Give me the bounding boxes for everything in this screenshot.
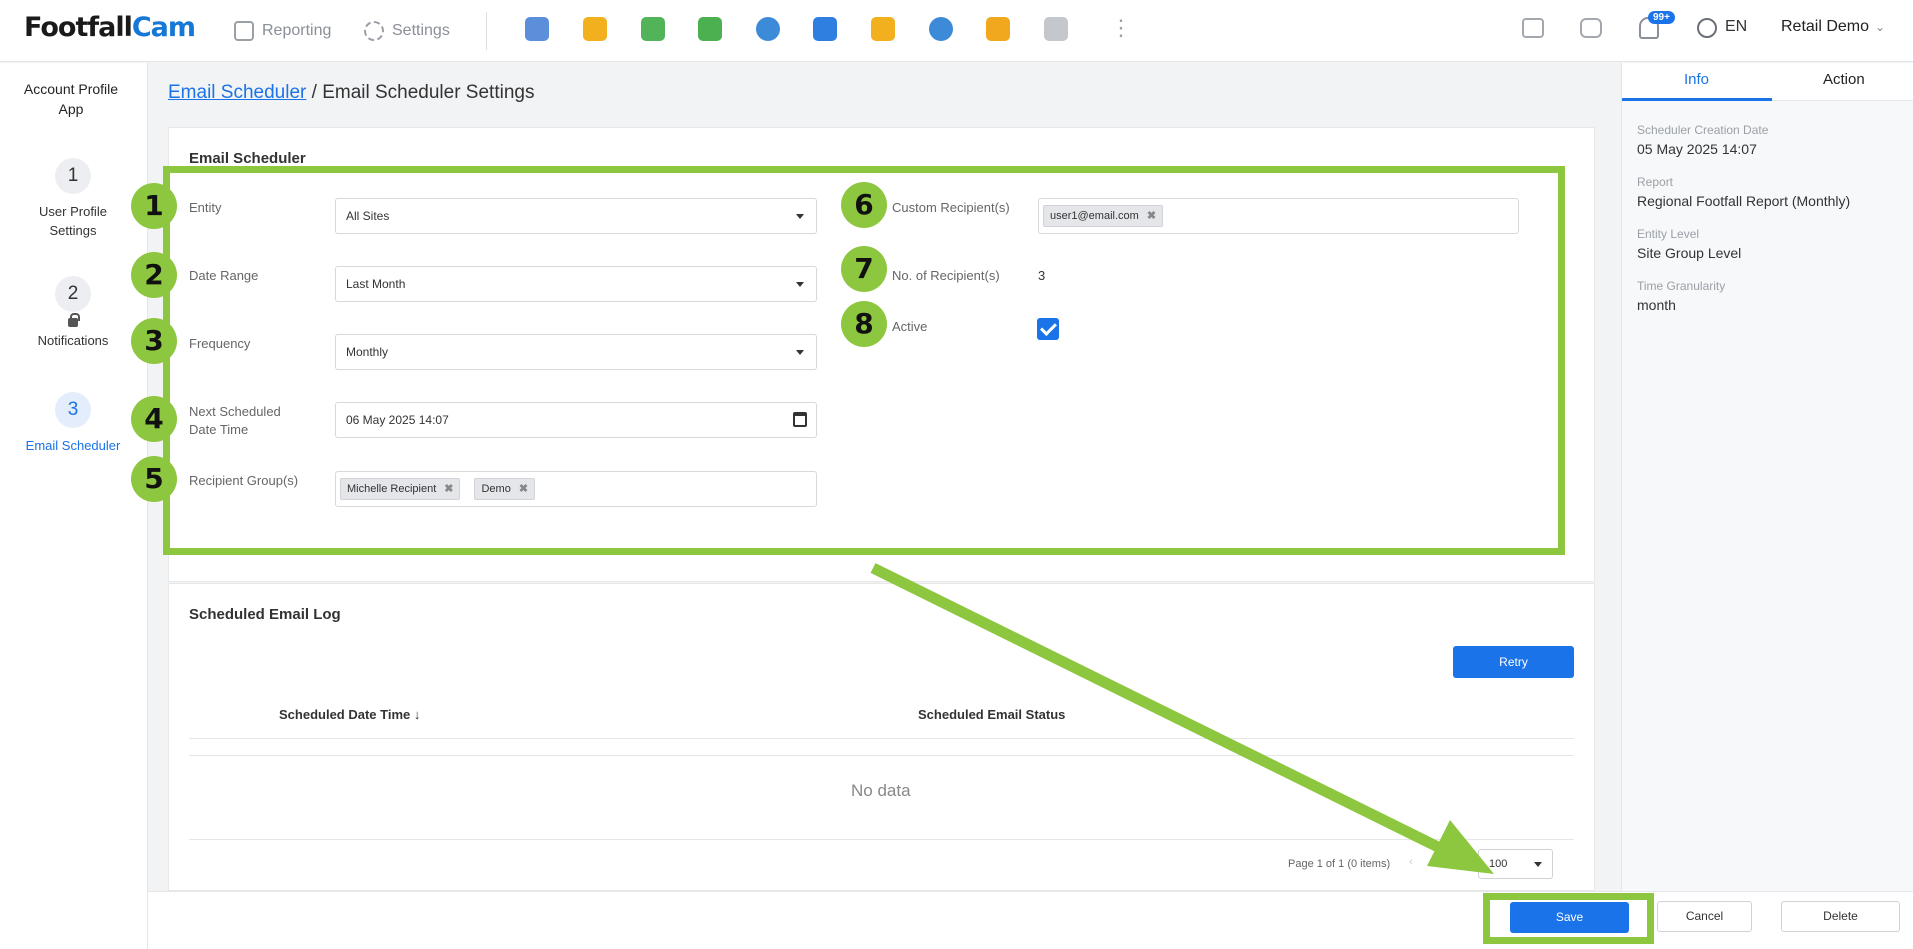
entity-level-value: Site Group Level bbox=[1637, 245, 1742, 261]
report-value: Regional Footfall Report (Monthly) bbox=[1637, 193, 1851, 209]
entity-level-label: Entity Level bbox=[1637, 227, 1700, 241]
tab-info[interactable]: Info bbox=[1684, 71, 1709, 88]
active-tab-indicator bbox=[1622, 98, 1772, 101]
creation-date-value: 05 May 2025 14:07 bbox=[1637, 141, 1757, 157]
time-granularity-label: Time Granularity bbox=[1637, 279, 1726, 293]
arrow-shaft bbox=[870, 563, 1443, 853]
highlight-box-save bbox=[1483, 893, 1654, 944]
tab-action[interactable]: Action bbox=[1823, 71, 1865, 88]
creation-date-label: Scheduler Creation Date bbox=[1637, 123, 1769, 137]
arrow-head bbox=[1427, 820, 1494, 874]
time-granularity-value: month bbox=[1637, 297, 1676, 313]
info-panel: Info Action Scheduler Creation Date 05 M… bbox=[1621, 63, 1913, 949]
info-tabs: Info Action bbox=[1622, 63, 1913, 101]
delete-button[interactable]: Delete bbox=[1781, 901, 1900, 932]
report-label: Report bbox=[1637, 175, 1674, 189]
cancel-button[interactable]: Cancel bbox=[1657, 901, 1752, 932]
